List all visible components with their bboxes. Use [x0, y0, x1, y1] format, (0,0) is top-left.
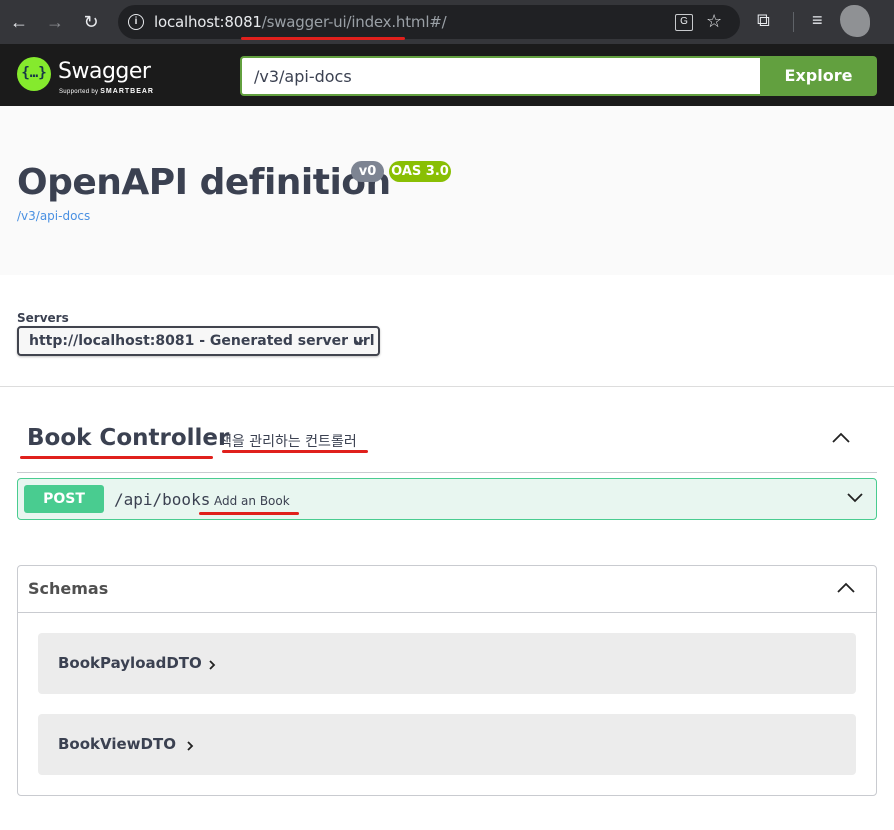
- back-icon[interactable]: ←: [8, 11, 30, 33]
- page-title: OpenAPI definition: [17, 162, 391, 203]
- url-path: /swagger-ui/index.html#/: [261, 13, 447, 31]
- spec-url-input[interactable]: /v3/api-docs: [240, 56, 760, 96]
- schema-item[interactable]: BookPayloadDTO: [38, 633, 856, 694]
- server-select-value: http://localhost:8081 - Generated server…: [29, 333, 375, 349]
- oas-badge: OAS 3.0: [389, 161, 451, 182]
- chevron-up-icon[interactable]: [836, 581, 856, 595]
- schemas-title: Schemas: [28, 579, 109, 598]
- chevron-right-icon: [187, 741, 194, 751]
- server-select[interactable]: http://localhost:8081 - Generated server…: [17, 326, 380, 356]
- address-bar[interactable]: i localhost:8081/swagger-ui/index.html#/…: [118, 5, 740, 39]
- schema-name: BookViewDTO: [58, 735, 176, 753]
- logo-sub-prefix: Supported by: [59, 89, 101, 95]
- operation-post-books[interactable]: POST /api/books Add an Book: [17, 478, 877, 520]
- annotation-underline-tag: [20, 456, 213, 459]
- chevron-down-icon: [354, 339, 364, 346]
- annotation-underline-summary: [199, 512, 299, 515]
- tag-divider: [17, 472, 877, 473]
- info-section: OpenAPI definition v0 OAS 3.0 /v3/api-do…: [0, 106, 894, 275]
- extensions-icon[interactable]: ⧉: [757, 10, 770, 31]
- chevron-down-icon[interactable]: [846, 491, 864, 505]
- section-divider: [0, 386, 894, 387]
- url-host: localhost:8081: [154, 13, 262, 31]
- servers-label: Servers: [17, 311, 69, 325]
- explore-button[interactable]: Explore: [760, 56, 877, 96]
- swagger-topbar: {…} Swagger Supported by SMARTBEAR /v3/a…: [0, 44, 894, 106]
- schemas-header[interactable]: Schemas: [18, 566, 876, 613]
- bookmark-star-icon[interactable]: ☆: [706, 11, 722, 32]
- schema-item[interactable]: BookViewDTO: [38, 714, 856, 775]
- schemas-section: Schemas BookPayloadDTO BookViewDTO: [17, 565, 877, 796]
- version-badge: v0: [351, 161, 384, 182]
- profile-avatar[interactable]: [840, 5, 870, 37]
- address-url[interactable]: localhost:8081/swagger-ui/index.html#/: [154, 13, 447, 31]
- swagger-logo-icon[interactable]: {…}: [17, 57, 51, 91]
- schema-name: BookPayloadDTO: [58, 654, 202, 672]
- operation-path: /api/books: [114, 490, 211, 509]
- operation-summary: Add an Book: [214, 494, 290, 508]
- annotation-underline-tag-desc: [222, 450, 368, 453]
- spec-link[interactable]: /v3/api-docs: [17, 209, 90, 223]
- swagger-logo-text[interactable]: Swagger: [58, 59, 151, 84]
- toolbar-divider: [793, 12, 794, 32]
- media-queue-icon[interactable]: ≡: [812, 10, 823, 31]
- site-info-icon[interactable]: i: [128, 14, 144, 30]
- logo-sub-brand: SMARTBEAR: [100, 88, 154, 95]
- reload-icon[interactable]: ↻: [80, 11, 102, 33]
- forward-icon[interactable]: →: [44, 11, 66, 33]
- tag-description: 책을 관리하는 컨트롤러: [219, 434, 357, 450]
- swagger-logo-subtitle: Supported by SMARTBEAR: [59, 88, 154, 95]
- method-badge: POST: [24, 485, 104, 513]
- chevron-right-icon: [209, 660, 216, 670]
- chevron-up-icon[interactable]: [831, 431, 851, 445]
- annotation-underline-url: [241, 37, 405, 40]
- translate-icon[interactable]: G: [675, 14, 693, 31]
- tag-title[interactable]: Book Controller: [27, 425, 229, 451]
- browser-toolbar: ← → ↻ i localhost:8081/swagger-ui/index.…: [0, 0, 894, 44]
